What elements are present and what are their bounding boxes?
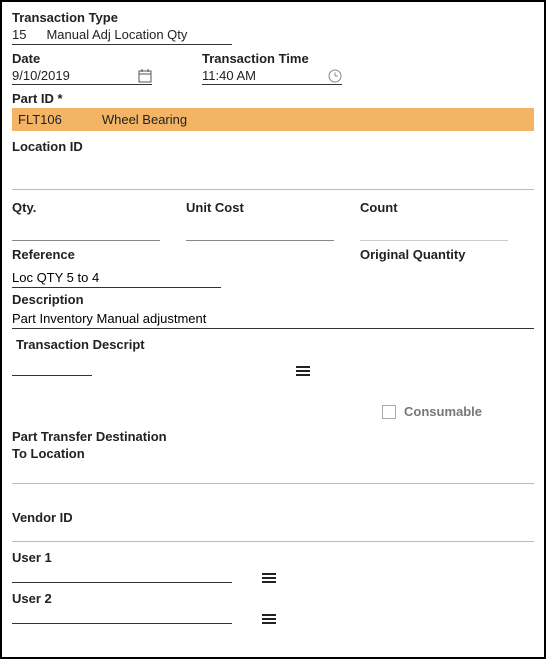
reference-input[interactable] bbox=[12, 268, 221, 288]
time-value: 11:40 AM bbox=[202, 68, 322, 83]
transaction-descript-field: Transaction Descript bbox=[12, 337, 534, 376]
vendor-id-label: Vendor ID bbox=[12, 510, 534, 525]
part-transfer-dest-field: Part Transfer Destination To Location bbox=[12, 429, 534, 484]
transaction-descript-label: Transaction Descript bbox=[12, 337, 534, 352]
transaction-time-field: Transaction Time 11:40 AM bbox=[202, 51, 342, 85]
transaction-type-label: Transaction Type bbox=[12, 10, 534, 25]
transaction-descript-input[interactable] bbox=[12, 360, 92, 376]
original-quantity-label: Original Quantity bbox=[360, 247, 534, 262]
consumable-field[interactable]: Consumable bbox=[382, 404, 534, 419]
date-time-row: Date 9/10/2019 Transaction Time 11:40 AM bbox=[12, 51, 534, 85]
part-id-field: Part ID * FLT106 Wheel Bearing bbox=[12, 91, 534, 131]
qty-label: Qty. bbox=[12, 200, 186, 215]
unit-cost-label: Unit Cost bbox=[186, 200, 360, 215]
qty-field: Qty. bbox=[12, 200, 186, 241]
original-quantity-field: Original Quantity bbox=[360, 247, 534, 288]
vendor-id-input[interactable] bbox=[12, 541, 534, 542]
part-id-name: Wheel Bearing bbox=[102, 112, 187, 127]
description-label: Description bbox=[12, 292, 534, 307]
part-transfer-dest-label1: Part Transfer Destination bbox=[12, 429, 534, 444]
inventory-transaction-form: Transaction Type 15 Manual Adj Location … bbox=[0, 0, 546, 659]
part-id-code: FLT106 bbox=[18, 112, 62, 127]
part-transfer-dest-input[interactable] bbox=[12, 483, 534, 484]
user1-label: User 1 bbox=[12, 550, 534, 565]
clock-icon[interactable] bbox=[328, 69, 342, 83]
consumable-label: Consumable bbox=[404, 404, 482, 419]
hamburger-icon[interactable] bbox=[262, 614, 276, 624]
transaction-type-value[interactable]: 15 Manual Adj Location Qty bbox=[12, 27, 232, 45]
reference-label: Reference bbox=[12, 247, 360, 262]
transaction-type-field: Transaction Type 15 Manual Adj Location … bbox=[12, 10, 534, 45]
time-input-wrap[interactable]: 11:40 AM bbox=[202, 68, 342, 85]
date-field: Date 9/10/2019 bbox=[12, 51, 152, 85]
reference-field: Reference bbox=[12, 247, 360, 288]
user2-field: User 2 bbox=[12, 591, 534, 624]
date-input-wrap[interactable]: 9/10/2019 bbox=[12, 68, 152, 85]
ref-origqty-row: Reference Original Quantity bbox=[12, 247, 534, 288]
calendar-icon[interactable] bbox=[138, 69, 152, 83]
hamburger-icon[interactable] bbox=[296, 366, 310, 376]
user2-label: User 2 bbox=[12, 591, 534, 606]
part-transfer-dest-label2: To Location bbox=[12, 446, 534, 461]
vendor-id-field: Vendor ID bbox=[12, 510, 534, 542]
count-label: Count bbox=[360, 200, 534, 215]
transaction-type-name: Manual Adj Location Qty bbox=[46, 27, 187, 42]
location-id-input[interactable] bbox=[12, 170, 534, 190]
location-id-field: Location ID bbox=[12, 139, 534, 190]
description-field: Description bbox=[12, 292, 534, 329]
transaction-type-code: 15 bbox=[12, 27, 26, 42]
qty-input[interactable] bbox=[12, 221, 160, 241]
date-value: 9/10/2019 bbox=[12, 68, 132, 83]
user1-input[interactable] bbox=[12, 567, 232, 583]
unit-cost-field: Unit Cost bbox=[186, 200, 360, 241]
user1-field: User 1 bbox=[12, 550, 534, 583]
part-id-value-row[interactable]: FLT106 Wheel Bearing bbox=[12, 108, 534, 131]
hamburger-icon[interactable] bbox=[262, 573, 276, 583]
qty-cost-count-row: Qty. Unit Cost Count bbox=[12, 200, 534, 241]
count-field: Count bbox=[360, 200, 534, 241]
consumable-checkbox[interactable] bbox=[382, 405, 396, 419]
location-id-label: Location ID bbox=[12, 139, 534, 154]
part-id-label: Part ID * bbox=[12, 91, 534, 106]
count-input[interactable] bbox=[360, 221, 508, 241]
user2-input[interactable] bbox=[12, 608, 232, 624]
transaction-time-label: Transaction Time bbox=[202, 51, 342, 66]
date-label: Date bbox=[12, 51, 152, 66]
unit-cost-input[interactable] bbox=[186, 221, 334, 241]
description-input[interactable] bbox=[12, 309, 534, 329]
